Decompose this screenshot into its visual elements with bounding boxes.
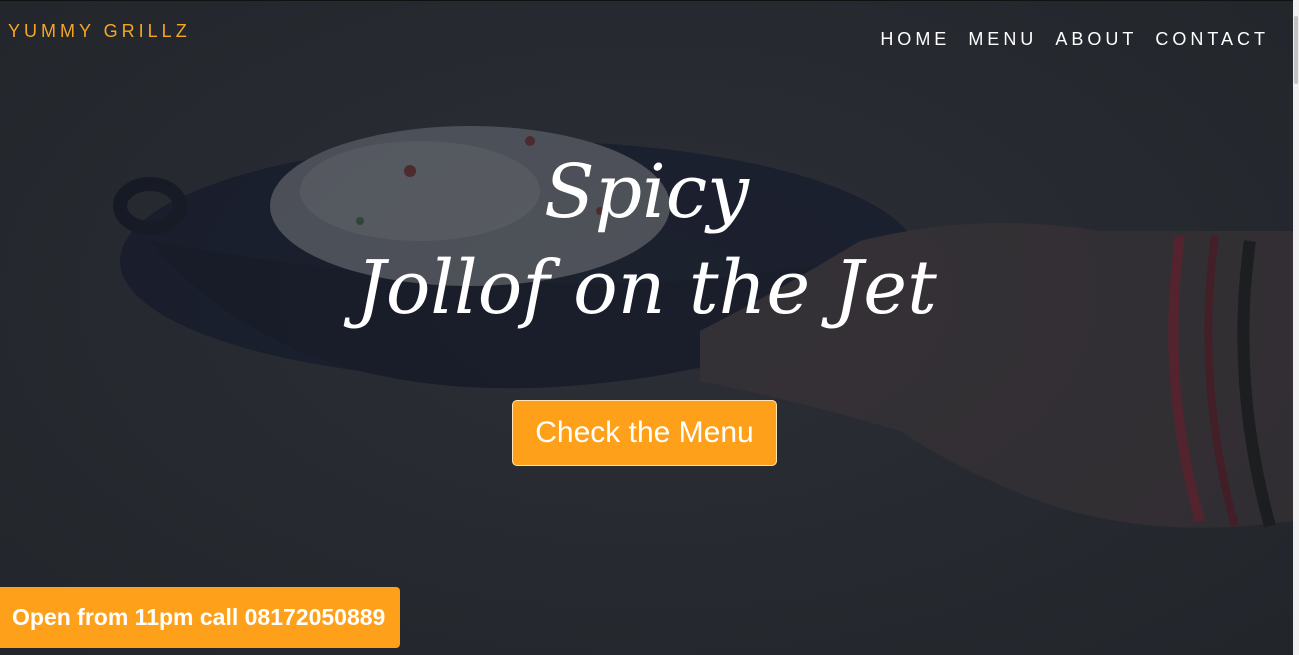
hero-title-line-1: Spicy (544, 149, 749, 235)
nav-about[interactable]: ABOUT (1055, 29, 1137, 50)
nav-contact[interactable]: CONTACT (1155, 29, 1269, 50)
nav-home[interactable]: HOME (880, 29, 950, 50)
top-nav: HOME MENU ABOUT CONTACT (880, 29, 1269, 50)
page-scrollbar[interactable] (1293, 0, 1299, 655)
nav-menu[interactable]: MENU (968, 29, 1037, 50)
opening-hours-banner: Open from 11pm call 08172050889 (0, 587, 400, 648)
check-menu-button[interactable]: Check the Menu (512, 400, 777, 466)
brand-logo[interactable]: YUMMY GRILLZ (8, 21, 191, 42)
scrollbar-thumb[interactable] (1294, 16, 1298, 84)
hero-section: YUMMY GRILLZ HOME MENU ABOUT CONTACT Spi… (0, 0, 1293, 655)
hero-title-line-2: Jollof on the Jet (356, 245, 937, 331)
